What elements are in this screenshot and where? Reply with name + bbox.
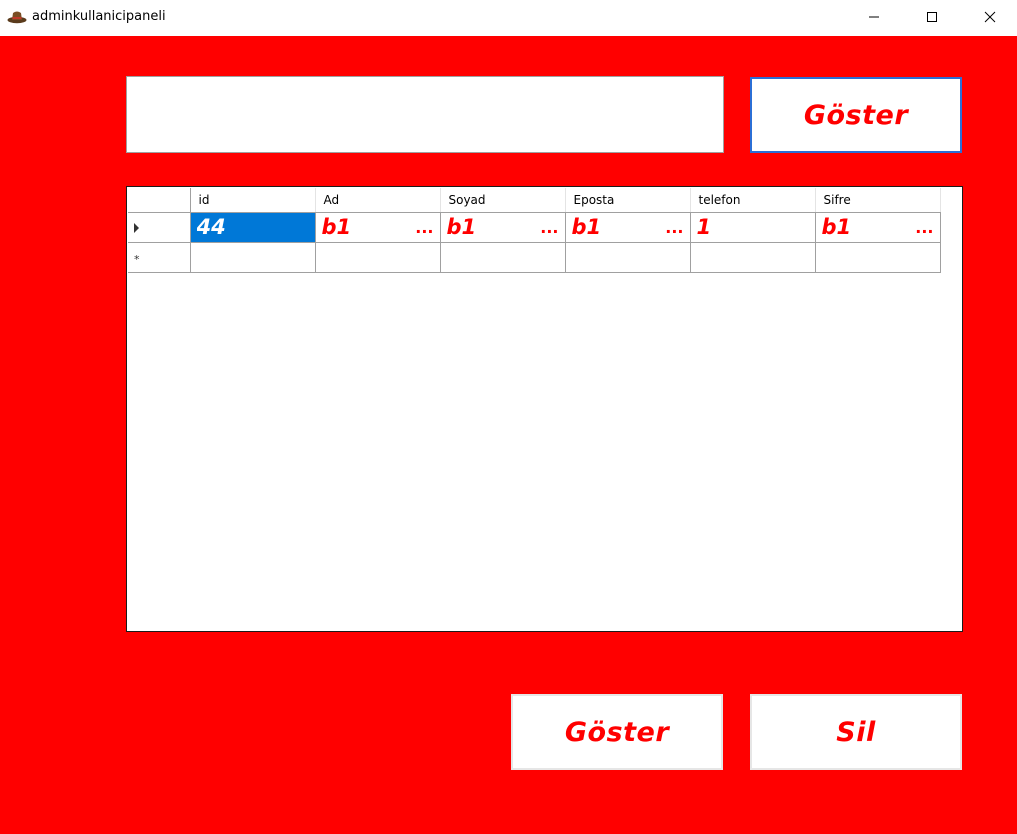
close-button[interactable] [967,0,1013,34]
maximize-button[interactable] [909,0,955,34]
cell-soyad-value: b1 [446,215,477,239]
cell-ellipsis: ... [540,217,559,237]
close-icon [984,11,996,23]
minimize-icon [869,16,879,18]
column-header-id[interactable]: id [190,188,316,213]
cell-eposta-value: b1 [571,215,602,239]
new-cell-soyad[interactable] [439,241,566,273]
cell-eposta[interactable]: b1 ... [564,211,691,243]
cell-id-value: 44 [196,215,226,239]
grid-corner-header [128,188,191,213]
new-cell-id[interactable] [189,241,316,273]
title-bar: adminkullanicipaneli [0,0,1017,36]
column-header-sifre[interactable]: Sifre [815,188,941,213]
column-header-ad[interactable]: Ad [315,188,441,213]
minimize-button[interactable] [851,0,897,34]
maximize-icon [927,12,937,22]
column-header-soyad[interactable]: Soyad [440,188,566,213]
data-grid-table: id Ad Soyad Eposta telefon Sifre 44 b1 .… [128,188,941,273]
new-cell-ad[interactable] [314,241,441,273]
cell-ad[interactable]: b1 ... [314,211,441,243]
row-header[interactable] [128,211,191,243]
new-row-header[interactable]: * [128,241,191,273]
cell-sifre-value: b1 [821,215,852,239]
cell-ad-value: b1 [321,215,352,239]
show-button-top[interactable]: Göster [750,77,962,153]
cell-ellipsis: ... [665,217,684,237]
cell-ellipsis: ... [415,217,434,237]
grid-header-row: id Ad Soyad Eposta telefon Sifre [128,188,941,213]
cell-soyad[interactable]: b1 ... [439,211,566,243]
window-title: adminkullanicipaneli [32,9,166,24]
new-cell-telefon[interactable] [689,241,816,273]
column-header-eposta[interactable]: Eposta [565,188,691,213]
new-row[interactable]: * [128,241,941,273]
new-cell-eposta[interactable] [564,241,691,273]
cell-telefon-value: 1 [696,215,712,239]
cell-telefon[interactable]: 1 [689,211,816,243]
hat-icon [7,8,27,26]
current-row-arrow-icon [134,222,139,233]
new-row-marker: * [134,252,140,266]
show-button-bottom[interactable]: Göster [511,694,723,770]
delete-button[interactable]: Sil [750,694,962,770]
column-header-telefon[interactable]: telefon [690,188,816,213]
search-input[interactable] [126,76,724,153]
window-client-area: Göster id Ad Soyad Eposta telefon Sifre [0,36,1017,834]
new-cell-sifre[interactable] [814,241,941,273]
cell-ellipsis: ... [915,217,934,237]
cell-sifre[interactable]: b1 ... [814,211,941,243]
cell-id[interactable]: 44 [189,211,316,243]
data-grid[interactable]: id Ad Soyad Eposta telefon Sifre 44 b1 .… [126,186,963,632]
table-row[interactable]: 44 b1 ... b1 ... b1 ... 1 b1 ... [128,211,941,243]
